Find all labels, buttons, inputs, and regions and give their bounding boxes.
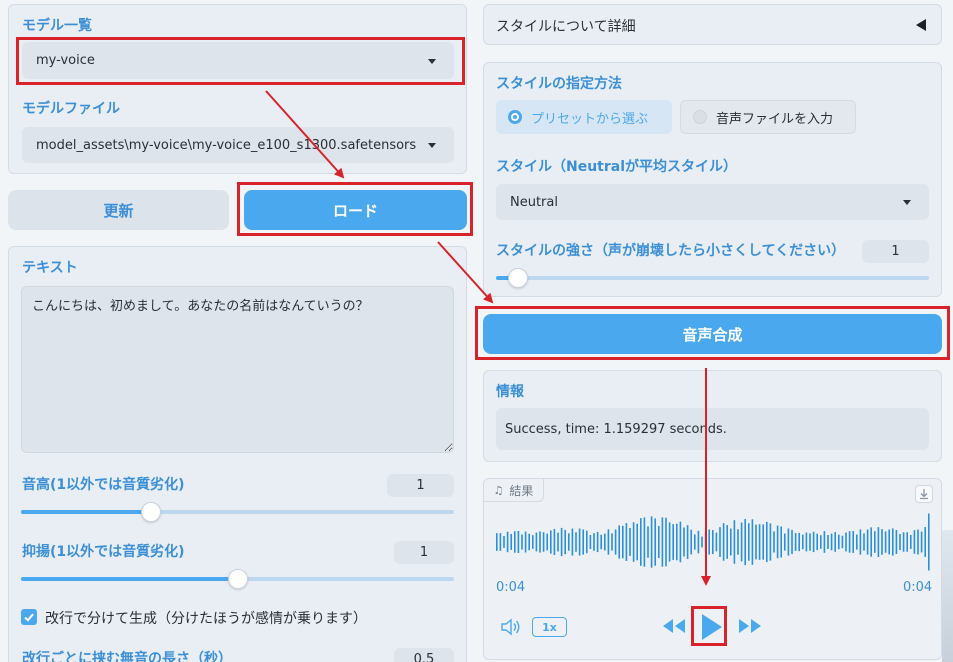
arrow-model-to-load xyxy=(265,90,345,179)
arrow-load-to-synthesize xyxy=(437,241,494,304)
annotation-arrows xyxy=(265,90,711,586)
